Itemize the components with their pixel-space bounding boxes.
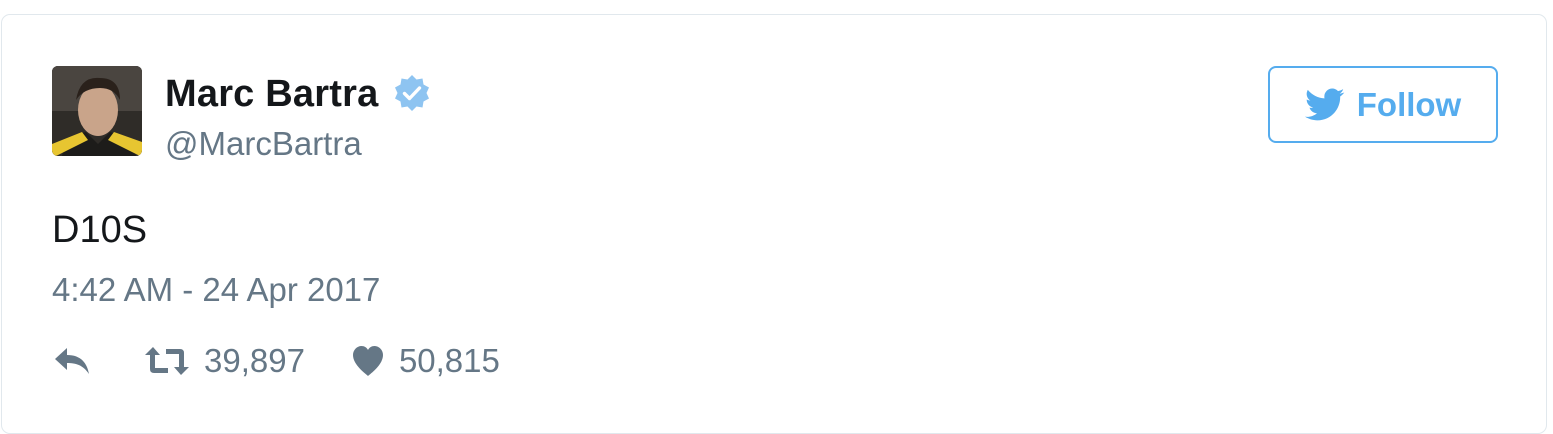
- twitter-bird-icon: [1304, 88, 1345, 122]
- display-name[interactable]: Marc Bartra: [165, 73, 378, 116]
- reply-icon: [52, 346, 92, 376]
- tweet-text: D10S: [52, 209, 148, 251]
- heart-icon: [351, 345, 385, 377]
- verified-badge-icon: [392, 74, 432, 114]
- follow-button-label: Follow: [1356, 85, 1462, 123]
- avatar[interactable]: [52, 66, 142, 156]
- retweet-icon: [144, 345, 190, 377]
- screen-name[interactable]: @MarcBartra: [165, 125, 362, 163]
- like-count: 50,815: [398, 342, 500, 379]
- reply-button[interactable]: [52, 346, 92, 376]
- like-button[interactable]: 50,815: [351, 342, 500, 380]
- user-name-row: Marc Bartra: [165, 71, 432, 117]
- retweet-button[interactable]: 39,897: [144, 342, 305, 380]
- follow-button[interactable]: Follow: [1268, 66, 1498, 143]
- retweet-count: 39,897: [204, 342, 305, 379]
- tweet-card: Marc Bartra @MarcBartra Follow D10S 4:42…: [1, 14, 1547, 434]
- tweet-actions: 39,897 50,815: [52, 341, 500, 381]
- tweet-timestamp[interactable]: 4:42 AM - 24 Apr 2017: [52, 271, 380, 309]
